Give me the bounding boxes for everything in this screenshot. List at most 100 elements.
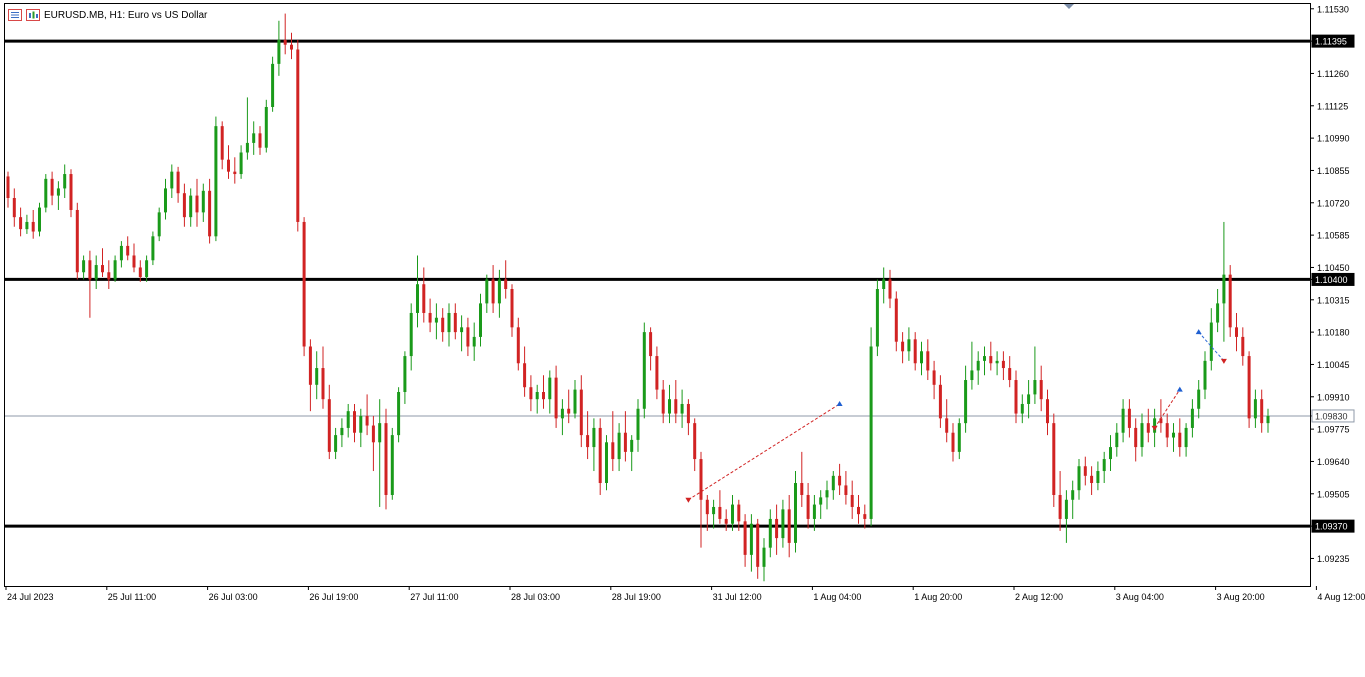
price-tick-label: 1.11530	[1317, 4, 1349, 14]
candle-body	[1203, 360, 1207, 390]
price-tick-label: 1.10585	[1317, 231, 1350, 241]
candle-body	[1014, 380, 1018, 414]
candle-body	[888, 279, 892, 299]
candle-body	[195, 195, 199, 213]
candle-body	[686, 403, 690, 424]
candle-body	[731, 504, 734, 524]
candle-body	[327, 399, 331, 452]
candle-body	[1222, 274, 1226, 304]
time-tick-label: 3 Aug 20:00	[1217, 592, 1265, 602]
time-tick-label: 25 Jul 11:00	[108, 592, 156, 602]
candle-body	[12, 198, 16, 218]
candle-body	[1228, 274, 1232, 328]
candle-body	[390, 435, 394, 495]
candle-body	[271, 63, 275, 107]
candle-body	[497, 279, 501, 304]
candle-body	[434, 317, 438, 323]
candle-body	[1096, 471, 1100, 484]
candle-body	[995, 360, 999, 364]
time-tick-label: 1 Aug 04:00	[813, 592, 861, 602]
candle-body	[88, 260, 92, 280]
candle-body	[529, 387, 533, 400]
candle-body	[1134, 427, 1138, 448]
symbol-title: EURUSD.MB, H1: Euro vs US Dollar	[44, 9, 208, 21]
candle-body	[623, 432, 627, 452]
candle-body	[340, 427, 344, 436]
candle-body	[56, 188, 60, 196]
candle-body	[416, 284, 419, 313]
candle-body	[151, 236, 155, 261]
time-tick-label: 3 Aug 04:00	[1116, 592, 1164, 602]
candle-body	[1146, 423, 1150, 433]
candle-body	[1058, 494, 1062, 519]
time-tick-label: 26 Jul 19:00	[309, 592, 358, 602]
price-tick-label: 1.10990	[1317, 134, 1350, 144]
candle-body	[964, 380, 968, 424]
candle-body	[901, 341, 905, 352]
candle-body	[94, 265, 98, 280]
candle-body	[794, 483, 797, 543]
candle-body	[1001, 360, 1005, 369]
candle-body	[579, 389, 583, 436]
candle-body	[869, 346, 873, 519]
candle-body	[428, 312, 432, 323]
candle-body	[535, 392, 539, 400]
candle-body	[1216, 303, 1220, 323]
candle-body	[642, 332, 646, 409]
candle-body	[617, 432, 621, 460]
symbol-list-icon[interactable]	[8, 9, 22, 21]
time-tick-label: 31 Jul 12:00	[713, 592, 762, 602]
candle-body	[38, 207, 41, 232]
candle-body	[157, 212, 161, 237]
candle-body	[882, 279, 886, 290]
candle-body	[932, 370, 936, 385]
candle-body	[504, 279, 508, 290]
candle-body	[220, 126, 224, 160]
candle-body	[1253, 399, 1257, 419]
candle-body	[1052, 423, 1056, 495]
price-chart[interactable]: 1.11530 1.11395 1.11260 1.11125 1.10990 1.108…	[0, 0, 1365, 672]
time-tick-label: 26 Jul 03:00	[209, 592, 258, 602]
time-tick-label: 2 Aug 12:00	[1015, 592, 1063, 602]
level-price-label: 1.11395	[1315, 37, 1347, 47]
candle-body	[107, 272, 111, 280]
candle-body	[441, 317, 445, 333]
candle-body	[680, 403, 684, 414]
candle-body	[951, 432, 955, 452]
chart-canvas[interactable]: 1.11530 1.11395 1.11260 1.11125 1.10990 1.108…	[0, 0, 1365, 672]
candle-body	[1266, 415, 1270, 424]
price-tick-label: 1.10450	[1317, 263, 1350, 273]
candle-body	[838, 475, 842, 486]
chart-window-icon[interactable]	[26, 9, 40, 21]
candle-body	[611, 442, 615, 460]
candle-body	[605, 442, 608, 484]
price-tick-label: 1.10720	[1317, 198, 1350, 208]
candle-body	[472, 336, 476, 347]
candle-body	[787, 509, 791, 543]
price-axis[interactable]: 1.11530 1.11395 1.11260 1.11125 1.10990 1.108…	[1310, 4, 1355, 564]
candle-body	[976, 360, 980, 371]
candle-body	[510, 289, 514, 328]
time-axis[interactable]: 24 Jul 2023 25 Jul 11:00 26 Jul 03:00 26 Ju…	[5, 586, 1365, 602]
level-price-label: 1.10400	[1315, 275, 1348, 285]
candle-body	[132, 255, 136, 268]
candle-body	[201, 190, 205, 213]
candle-body	[6, 176, 10, 198]
price-tick-label: 1.11260	[1317, 69, 1349, 79]
price-tick-label: 1.10315	[1317, 295, 1350, 305]
candle-body	[466, 327, 470, 347]
candle-body	[762, 547, 766, 567]
candle-body	[485, 279, 489, 304]
candle-body	[1209, 322, 1213, 361]
candle-body	[983, 356, 986, 361]
candle-body	[214, 126, 218, 237]
candle-body	[1027, 394, 1031, 404]
price-tick-label: 1.09775	[1317, 425, 1350, 435]
candle-body	[1071, 490, 1075, 500]
candle-body	[126, 245, 130, 256]
candle-body	[516, 327, 520, 364]
candle-body	[252, 133, 256, 143]
candle-body	[573, 389, 577, 414]
time-tick-label: 1 Aug 20:00	[914, 592, 962, 602]
candle-body	[1020, 403, 1024, 414]
